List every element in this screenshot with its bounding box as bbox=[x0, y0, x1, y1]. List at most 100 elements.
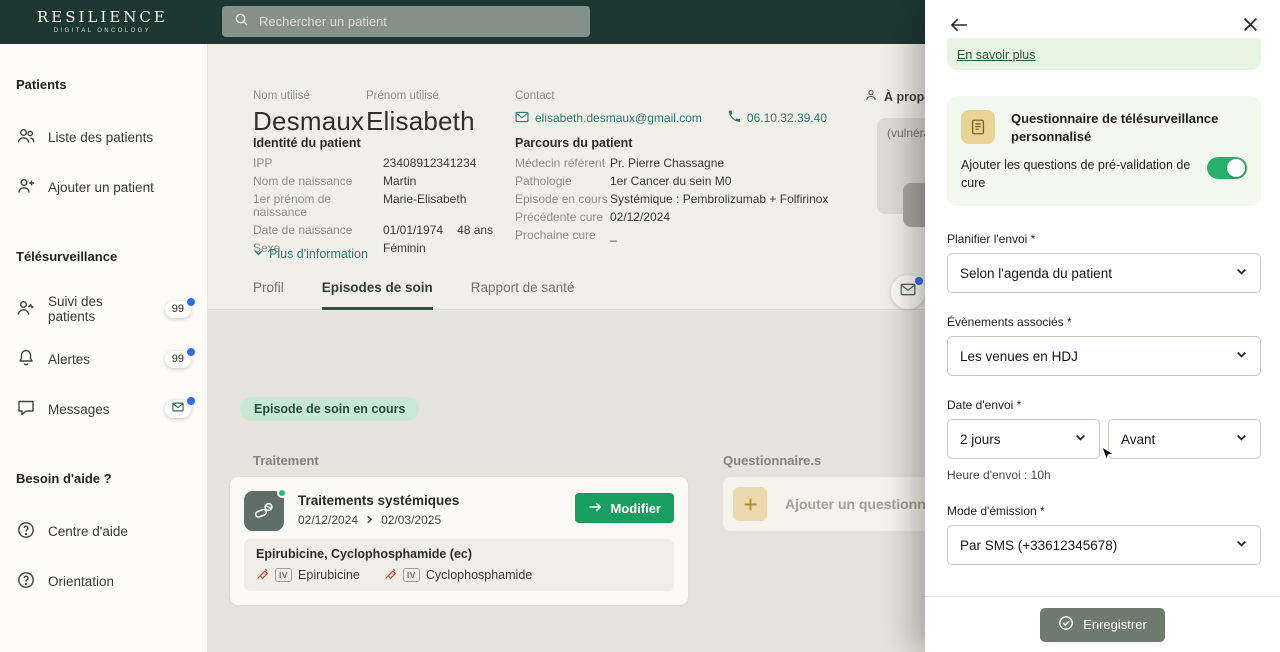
send-date-count-select[interactable]: 2 jours bbox=[947, 419, 1100, 459]
chevron-down-icon bbox=[1074, 431, 1087, 447]
tab-profil[interactable]: Profil bbox=[253, 280, 284, 309]
treatment-section-title: Traitement bbox=[253, 453, 319, 468]
chevron-down-icon bbox=[1235, 537, 1248, 553]
sidebar-item-label: Liste des patients bbox=[48, 130, 153, 145]
info-banner: En savoir plus bbox=[947, 38, 1261, 70]
sidebar-item-label: Orientation bbox=[48, 574, 114, 589]
identity-value: Martin bbox=[383, 175, 493, 188]
drawer-scroll-area[interactable]: En savoir plus Questionnaire de télésurv… bbox=[947, 38, 1261, 592]
close-button[interactable] bbox=[1238, 14, 1262, 38]
identity-value: 01/01/197448 ans bbox=[383, 224, 493, 237]
notification-dot bbox=[915, 277, 923, 285]
treatment-card: Traitements systémiques 02/12/2024 02/03… bbox=[230, 477, 688, 605]
identity-value: Féminin bbox=[383, 242, 493, 255]
identity-label: Date de naissance bbox=[253, 224, 383, 237]
identity-label: Nom de naissance bbox=[253, 175, 383, 188]
parcours-section: Parcours du patient Médecin référentPr. … bbox=[515, 136, 828, 242]
episode-status-badge: Episode de soin en cours bbox=[240, 397, 419, 421]
syringe-icon bbox=[384, 567, 397, 583]
patient-age: 48 ans bbox=[457, 223, 493, 237]
save-button[interactable]: Enregistrer bbox=[1040, 608, 1165, 642]
back-button[interactable] bbox=[947, 14, 971, 38]
firstname-label: Prénom utilisé bbox=[366, 90, 475, 102]
tab-episodes-de-soin[interactable]: Episodes de soin bbox=[322, 280, 433, 309]
check-circle-icon bbox=[1058, 615, 1074, 634]
chevron-right-icon bbox=[365, 513, 374, 527]
brand-logo: RESILIENCE DIGITAL ONCOLOGY bbox=[37, 8, 168, 34]
patient-email-link[interactable]: elisabeth.desmaux@gmail.com bbox=[515, 111, 702, 126]
sidebar-section-aide: Besoin d'aide ? bbox=[16, 471, 207, 487]
route-tag: IV bbox=[275, 568, 292, 582]
sidebar-item-label: Suivi des patients bbox=[48, 294, 153, 324]
parcours-value: _ bbox=[610, 229, 828, 242]
send-plan-select[interactable]: Selon l'agenda du patient bbox=[947, 253, 1261, 293]
questionnaire-card-title: Questionnaire de télésurveillance person… bbox=[1011, 110, 1221, 145]
alertes-count-badge: 99 bbox=[165, 351, 191, 368]
identity-label: IPP bbox=[253, 157, 383, 170]
chevron-down-icon bbox=[1235, 265, 1248, 281]
emission-mode-select[interactable]: Par SMS (+33612345678) bbox=[947, 525, 1261, 565]
more-information-link[interactable]: Plus d'information bbox=[253, 247, 368, 261]
protocol-card: Epirubicine, Cyclophosphamide (ec) IV Ep… bbox=[244, 539, 674, 591]
parcours-title: Parcours du patient bbox=[515, 136, 828, 150]
drug-item: IV Cyclophosphamide bbox=[384, 567, 532, 583]
drawer-footer: Enregistrer bbox=[925, 596, 1280, 652]
patient-phone-link[interactable]: 06.10.32.39.40 bbox=[728, 110, 827, 126]
chevron-down-icon bbox=[253, 247, 264, 261]
send-date-position-select[interactable]: Avant bbox=[1108, 419, 1261, 459]
learn-more-link[interactable]: En savoir plus bbox=[957, 48, 1036, 62]
prevalidation-toggle[interactable] bbox=[1207, 157, 1247, 179]
bell-icon bbox=[16, 348, 36, 371]
person-icon bbox=[864, 88, 878, 105]
events-label: Évènements associés * bbox=[947, 315, 1261, 329]
identity-label: 1er prénom de naissance bbox=[253, 193, 383, 219]
chat-icon bbox=[16, 398, 36, 421]
sidebar-item-label: Alertes bbox=[48, 352, 90, 367]
search-input[interactable] bbox=[259, 14, 578, 29]
patient-firstname-block: Prénom utilisé Elisabeth bbox=[366, 90, 475, 137]
questionnaire-icon bbox=[961, 110, 995, 144]
sidebar-item-alertes[interactable]: Alertes 99 bbox=[16, 349, 191, 369]
toggle-knob bbox=[1227, 159, 1245, 177]
treatment-name: Traitements systémiques bbox=[298, 493, 459, 508]
identity-value: 23408912341234 bbox=[383, 157, 493, 170]
status-dot bbox=[277, 488, 287, 498]
syringe-icon bbox=[256, 567, 269, 583]
sidebar-item-ajouter-un-patient[interactable]: Ajouter un patient bbox=[16, 177, 191, 197]
sidebar-item-orientation[interactable]: Orientation bbox=[16, 571, 191, 591]
events-select[interactable]: Les venues en HDJ bbox=[947, 336, 1261, 376]
patient-search[interactable] bbox=[222, 6, 590, 37]
emission-mode-label: Mode d'émission * bbox=[947, 504, 1261, 518]
send-message-button[interactable] bbox=[891, 275, 925, 309]
parcours-label: Prochaine cure bbox=[515, 229, 610, 242]
sidebar: Patients Liste des patients Ajouter un p… bbox=[0, 44, 208, 652]
brand-subtitle: DIGITAL ONCOLOGY bbox=[37, 28, 168, 34]
lastname-label: Nom utilisé bbox=[253, 90, 364, 102]
patient-lastname: Desmaux bbox=[253, 106, 364, 137]
parcours-label: Précédente cure bbox=[515, 211, 610, 224]
sidebar-item-liste-des-patients[interactable]: Liste des patients bbox=[16, 127, 191, 147]
sidebar-item-label: Messages bbox=[48, 402, 110, 417]
envelope-icon bbox=[900, 283, 916, 301]
route-tag: IV bbox=[403, 568, 420, 582]
identity-title: Identité du patient bbox=[253, 136, 493, 150]
patients-list-icon bbox=[16, 126, 36, 149]
modify-treatment-button[interactable]: Modifier bbox=[575, 493, 674, 523]
parcours-value: 1er Cancer du sein M0 bbox=[610, 175, 828, 188]
parcours-value: 02/12/2024 bbox=[610, 211, 828, 224]
notification-dot bbox=[187, 397, 195, 405]
messages-badge bbox=[165, 400, 191, 418]
medication-icon bbox=[244, 491, 284, 531]
sidebar-section-telesurveillance: Télésurveillance bbox=[16, 249, 207, 265]
tab-rapport-de-sante[interactable]: Rapport de santé bbox=[471, 280, 575, 309]
phone-icon bbox=[728, 110, 741, 126]
parcours-value: Systémique : Pembrolizumab + Folfirinox bbox=[610, 193, 828, 206]
drug-name: Cyclophosphamide bbox=[426, 568, 532, 582]
notification-dot bbox=[187, 348, 195, 356]
sidebar-item-centre-d-aide[interactable]: Centre d'aide bbox=[16, 521, 191, 541]
sidebar-item-suivi-des-patients[interactable]: Suivi des patients 99 bbox=[16, 299, 191, 319]
sidebar-item-messages[interactable]: Messages bbox=[16, 399, 191, 419]
send-date-label: Date d'envoi * bbox=[947, 398, 1261, 412]
parcours-label: Episode en cours bbox=[515, 193, 610, 206]
sidebar-item-label: Ajouter un patient bbox=[48, 180, 154, 195]
